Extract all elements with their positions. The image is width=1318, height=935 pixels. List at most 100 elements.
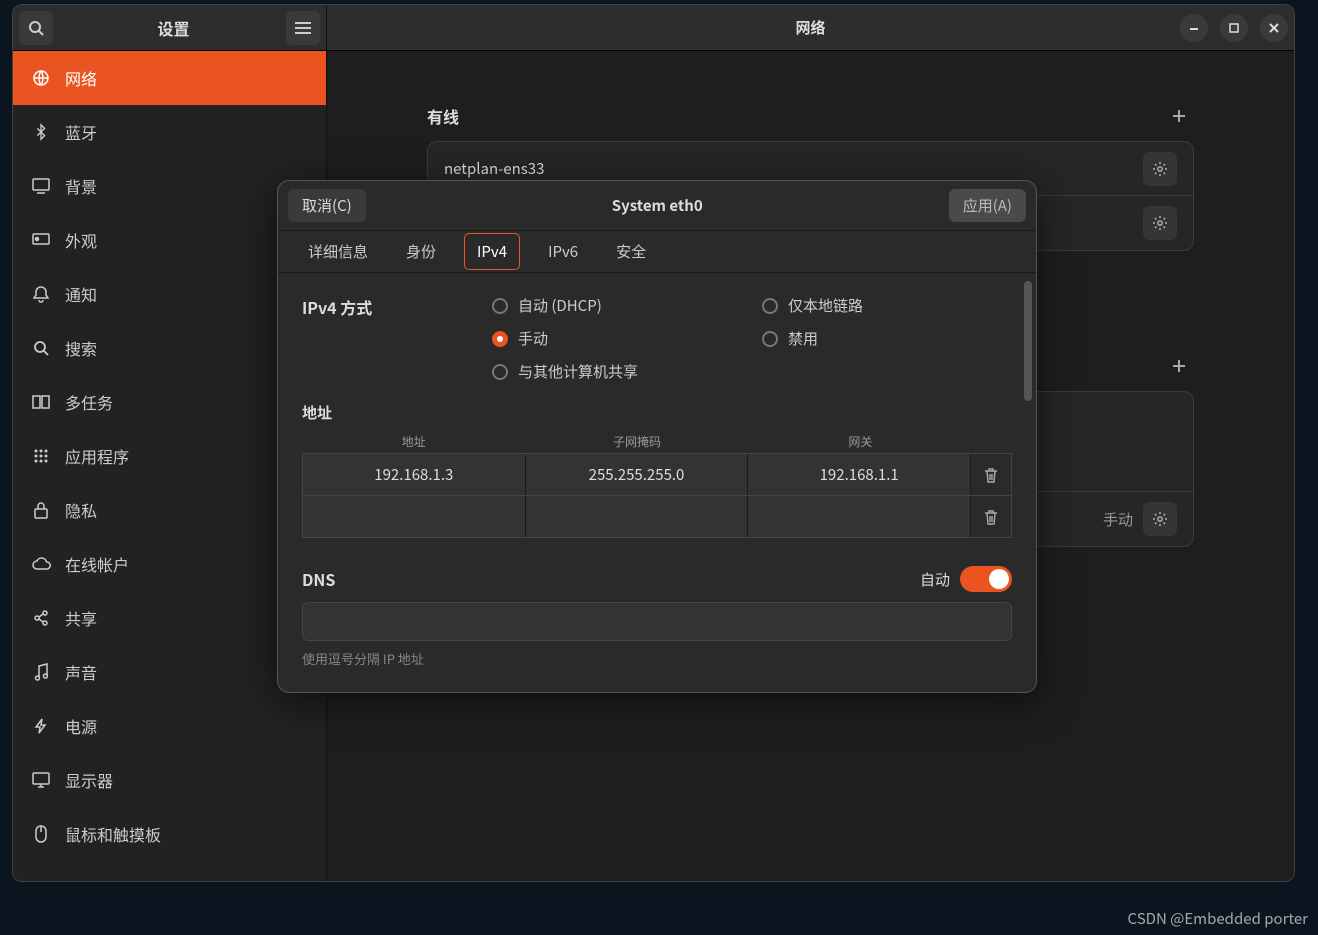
header-mask: 子网掩码: [525, 429, 748, 454]
menu-icon: [295, 22, 311, 34]
mask-input[interactable]: [526, 454, 748, 495]
radio-label: 仅本地链路: [788, 295, 863, 316]
gateway-input[interactable]: [748, 496, 970, 537]
dns-header: DNS 自动: [302, 566, 1012, 592]
bell-icon: [31, 284, 51, 304]
connection-tag: 手动: [1103, 509, 1133, 530]
sidebar-item-label: 多任务: [65, 390, 113, 414]
radio-label: 手动: [518, 328, 548, 349]
sidebar-item-label: 网络: [65, 66, 97, 90]
tab-IPv4[interactable]: IPv4: [464, 233, 520, 270]
display-icon: [31, 770, 51, 790]
sidebar-item-globe[interactable]: 网络: [13, 51, 326, 105]
desktop-icon: [31, 176, 51, 196]
radio-method-1[interactable]: 仅本地链路: [762, 295, 1012, 316]
dns-input[interactable]: [302, 602, 1012, 641]
radio-label: 自动 (DHCP): [518, 295, 602, 316]
ipv4-method-row: IPv4 方式 自动 (DHCP) 仅本地链路手动 禁用与其他计算机共享: [302, 295, 1012, 382]
address-input[interactable]: [303, 454, 525, 495]
maximize-button[interactable]: [1220, 14, 1248, 42]
appearance-icon: [31, 230, 51, 250]
gear-icon: [1152, 511, 1168, 527]
radio-label: 与其他计算机共享: [518, 361, 638, 382]
sidebar-item-label: 隐私: [65, 498, 97, 522]
sidebar-item-label: 外观: [65, 228, 97, 252]
plus-icon: [1171, 108, 1187, 124]
globe-icon: [31, 68, 51, 88]
hamburger-menu-button[interactable]: [286, 11, 320, 45]
watermark: CSDN @Embedded porter: [1128, 908, 1308, 929]
radio-method-2[interactable]: 手动: [492, 328, 742, 349]
power-icon: [31, 716, 51, 736]
sidebar-title: 设置: [61, 16, 286, 40]
sidebar-item-label: 搜索: [65, 336, 97, 360]
address-row: [302, 495, 1012, 538]
delete-row-button[interactable]: [971, 496, 1011, 537]
page-title: 网络: [795, 17, 825, 38]
connection-settings-button[interactable]: [1143, 206, 1177, 240]
tab-安全[interactable]: 安全: [606, 232, 656, 271]
music-icon: [31, 662, 51, 682]
radio-dot: [762, 331, 778, 347]
sidebar-item-label: 电源: [65, 714, 97, 738]
sidebar-item-label: 显示器: [65, 768, 113, 792]
apps-icon: [31, 446, 51, 466]
sidebar-item-power[interactable]: 电源: [13, 699, 326, 753]
lock-icon: [31, 500, 51, 520]
gateway-input[interactable]: [748, 454, 970, 495]
address-table: 地址 子网掩码 网关: [302, 429, 1012, 538]
trash-icon: [984, 467, 998, 483]
sidebar-item-label: 声音: [65, 660, 97, 684]
radio-method-0[interactable]: 自动 (DHCP): [492, 295, 742, 316]
maximize-icon: [1229, 23, 1239, 33]
tab-IPv6[interactable]: IPv6: [538, 232, 588, 271]
apply-button[interactable]: 应用(A): [949, 189, 1026, 222]
close-button[interactable]: [1260, 14, 1288, 42]
dns-auto-switch[interactable]: [960, 566, 1012, 592]
search-icon: [28, 20, 44, 36]
sidebar-item-display[interactable]: 显示器: [13, 753, 326, 807]
sidebar-item-mouse[interactable]: 鼠标和触摸板: [13, 807, 326, 861]
sidebar-item-label: 应用程序: [65, 444, 129, 468]
ipv4-dialog: 取消(C) System eth0 应用(A) 详细信息身份 IPv4 IPv6 安全…: [277, 180, 1037, 693]
sidebar-item-label: 蓝牙: [65, 120, 97, 144]
address-row: [302, 453, 1012, 496]
sidebar-item-bluetooth[interactable]: 蓝牙: [13, 105, 326, 159]
radio-method-3[interactable]: 禁用: [762, 328, 1012, 349]
titlebar: 设置 网络: [13, 5, 1294, 51]
delete-row-button[interactable]: [971, 454, 1011, 495]
minimize-icon: [1189, 23, 1199, 33]
add-vpn-button[interactable]: [1164, 351, 1194, 381]
titlebar-left: 设置: [13, 5, 327, 50]
sidebar-item-label: 通知: [65, 282, 97, 306]
address-input[interactable]: [303, 496, 525, 537]
plus-icon: [1171, 358, 1187, 374]
address-table-header: 地址 子网掩码 网关: [302, 429, 1012, 454]
radio-dot: [492, 298, 508, 314]
tab-身份[interactable]: 身份: [396, 232, 446, 271]
cloud-icon: [31, 554, 51, 574]
connection-settings-button[interactable]: [1143, 152, 1177, 186]
ipv4-method-label: IPv4 方式: [302, 295, 492, 382]
header-address: 地址: [302, 429, 525, 454]
cancel-button[interactable]: 取消(C): [288, 189, 366, 222]
radio-dot: [492, 331, 508, 347]
scrollbar[interactable]: [1024, 281, 1032, 401]
tab-详细信息[interactable]: 详细信息: [298, 232, 378, 271]
add-wired-button[interactable]: [1164, 101, 1194, 131]
search-button[interactable]: [19, 11, 53, 45]
dialog-title: System eth0: [366, 195, 949, 216]
switch-knob: [989, 569, 1009, 589]
window-controls: [1180, 14, 1288, 42]
radio-dot: [492, 364, 508, 380]
connection-name: netplan-ens33: [444, 158, 544, 179]
section-wired-label: 有线: [427, 104, 459, 128]
dialog-titlebar: 取消(C) System eth0 应用(A): [278, 181, 1036, 231]
mask-input[interactable]: [526, 496, 748, 537]
section-wired-header: 有线: [427, 101, 1194, 131]
connection-settings-button[interactable]: [1143, 502, 1177, 536]
gear-icon: [1152, 215, 1168, 231]
radio-method-4[interactable]: 与其他计算机共享: [492, 361, 1012, 382]
trash-icon: [984, 509, 998, 525]
minimize-button[interactable]: [1180, 14, 1208, 42]
